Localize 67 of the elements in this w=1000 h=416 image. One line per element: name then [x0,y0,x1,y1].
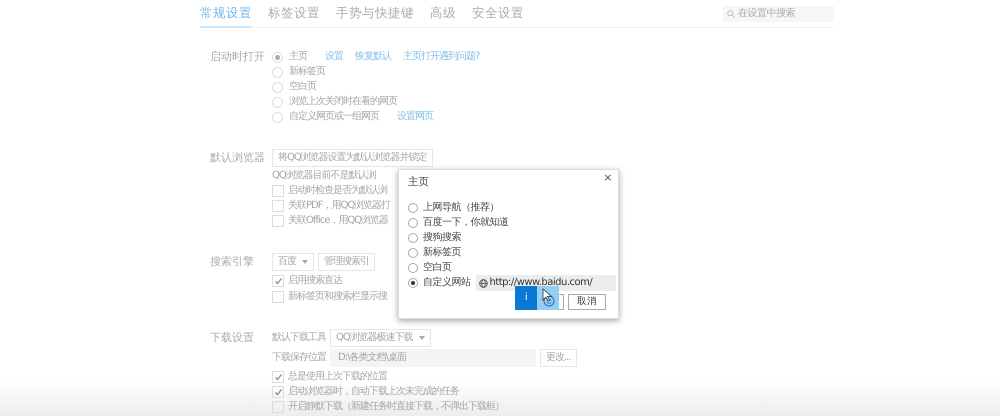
checkbox-label: 启用搜索直达 [288,275,342,287]
checkbox-label: 关联PDF，用QQ浏览器打 [288,200,390,212]
radio-label: 百度一下，你就知道 [423,217,508,229]
radio-label: 空白页 [423,262,452,274]
path-field[interactable]: D:\各类文档\桌面 [330,349,536,367]
radio-label: 自定义网站 [423,277,470,289]
checkbox-label: 总是使用上次下载的位置 [288,371,387,383]
radio-button[interactable] [408,218,418,228]
globe-icon [478,278,488,288]
radio-button[interactable] [408,263,418,273]
checkbox[interactable] [272,371,284,383]
search-icon [727,10,735,18]
search-engine-dropdown[interactable]: 百度 [272,253,314,271]
caret-icon [418,336,425,340]
download-tool-dropdown[interactable]: QQ浏览器极速下载 [330,329,431,347]
checkbox[interactable] [272,200,284,212]
checkbox[interactable] [272,386,284,398]
dialog-title: 主页 [408,176,429,188]
checkbox[interactable] [272,185,284,197]
radio-button[interactable] [408,203,418,213]
field-label: 下载保存位置 [272,352,326,364]
manage-engines-button[interactable]: 管理搜索引 [318,253,375,271]
search-field[interactable]: 在设置中搜索 [723,6,834,22]
checkbox[interactable] [272,401,284,413]
checkbox[interactable] [272,215,284,227]
url-field[interactable]: http://www.baidu.com/ [476,275,616,291]
checkbox[interactable] [272,275,284,287]
close-button[interactable]: × [603,172,612,184]
caret-icon [302,260,308,264]
section-label: 搜索引擎 [209,254,255,270]
set-default-button[interactable]: 将QQ浏览器设置为默认浏览器并锁定 [272,149,433,167]
smiley-button[interactable] [537,286,559,310]
radio-label: 空白页 [289,81,316,93]
tab[interactable]: 常规设置 [200,0,252,28]
radio-button[interactable] [408,278,418,288]
cancel-button[interactable]: 取消 [568,294,606,310]
checkbox-label: 启动时检查是否为默认浏 [288,185,387,197]
link[interactable]: 主页打开遇到问题? [403,51,480,63]
radio-label: 自定义网页或一组网页 [289,111,379,123]
tab[interactable]: 标签设置 [268,0,320,28]
checkbox-label: 开启静默下载（新建任务时直接下载，不弹出下载框） [288,401,504,413]
section-label: 下载设置 [209,330,255,346]
checkbox-label: 新标签页和搜索栏显示搜 [288,291,387,303]
tab[interactable]: 高级 [430,0,456,28]
section-label: 默认浏览器 [209,150,266,166]
checkbox-label: 启动浏览器时，自动下载上次未完成的任务 [288,386,459,398]
link[interactable]: 设置网页 [397,111,433,123]
radio-label: 浏览上次关闭时在看的网页 [289,96,397,108]
status-text: QQ浏览器目前不是默认浏 [272,170,376,182]
checkbox[interactable] [272,291,284,303]
link[interactable]: 恢复默认 [355,51,391,63]
field-label: 默认下载工具 [272,332,326,344]
tab[interactable]: 手势与快捷键 [336,0,414,28]
tab[interactable]: 安全设置 [472,0,524,28]
radio-button[interactable] [408,248,418,258]
radio-label: 搜狗搜索 [423,232,461,244]
search-input[interactable]: 在设置中搜索 [738,8,830,20]
link[interactable]: 设置 [325,51,343,63]
radio-label: 新标签页 [289,66,325,78]
change-button[interactable]: 更改... [540,349,577,367]
section-label: 启动时打开 [209,51,266,65]
radio-label: 上网导航（推荐） [423,202,499,214]
radio-label: 主页 [289,51,307,63]
radio-button[interactable] [408,233,418,243]
radio-label: 新标签页 [423,247,461,259]
cursor-over-smiley-icon [540,288,556,308]
checkbox-label: 关联Office，用QQ浏览器 [288,215,388,227]
